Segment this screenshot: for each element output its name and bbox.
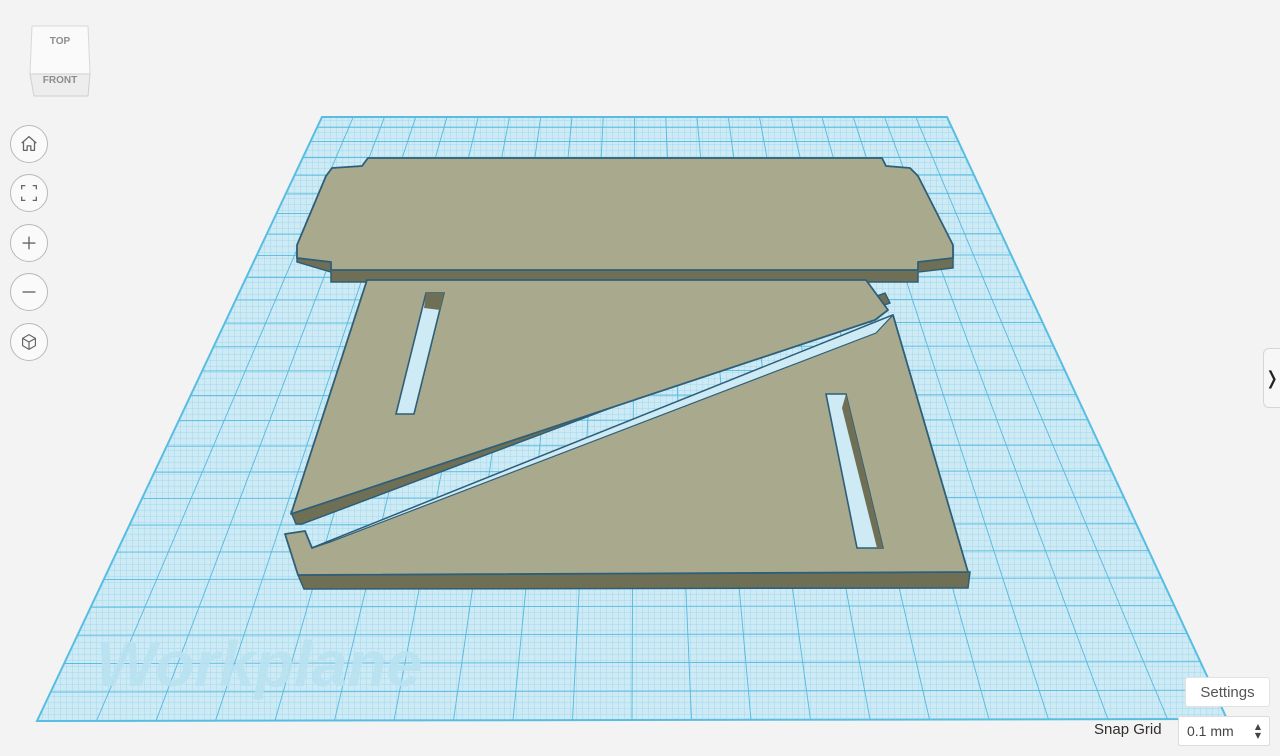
orthographic-icon [21,334,37,350]
fit-view-icon [21,185,37,201]
box-panel-shape[interactable] [296,157,954,283]
settings-button[interactable]: Settings [1185,677,1270,707]
dropdown-arrow-icon: ▲ ▼ [1254,722,1261,740]
fit-view-button[interactable] [10,174,48,212]
snap-grid-value: 0.1 mm [1187,723,1234,739]
home-view-button[interactable] [10,125,48,163]
snap-grid-select[interactable]: 0.1 mm ▲ ▼ [1178,716,1270,746]
chevron-right-icon: ❭ [1264,367,1280,389]
projection-toggle-button[interactable] [10,323,48,361]
side-panel-toggle[interactable]: ❭ [1263,348,1280,408]
workplane-canvas[interactable]: Workplane [0,0,1280,756]
zoom-in-icon [22,236,36,250]
zoom-in-button[interactable] [10,224,48,262]
viewcube-top-label: TOP [50,36,71,47]
workplane-label: Workplane [96,628,422,700]
zoom-out-button[interactable] [10,273,48,311]
zoom-out-icon [22,291,36,293]
view-cube[interactable]: TOP FRONT [26,22,94,100]
viewcube-front-label: FRONT [43,75,77,86]
home-icon [21,136,37,152]
snap-grid-label: Snap Grid [1094,721,1162,738]
settings-label: Settings [1200,683,1255,701]
